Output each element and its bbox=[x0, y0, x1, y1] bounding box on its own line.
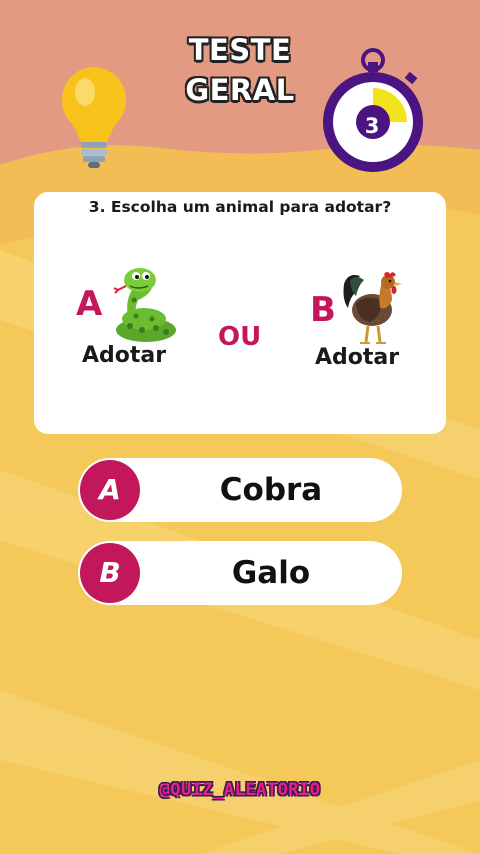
answer-a-button[interactable]: A Cobra bbox=[78, 458, 402, 522]
page-title: TESTE GERAL bbox=[140, 30, 340, 110]
option-a-letter: A bbox=[76, 284, 103, 324]
option-b-label: Adotar bbox=[315, 345, 400, 370]
option-b-letter: B bbox=[310, 290, 336, 330]
timer-count: 3 bbox=[364, 114, 380, 138]
answer-a-badge: A bbox=[80, 460, 140, 520]
answer-b-badge: B bbox=[80, 543, 140, 603]
account-handle: @QUIZ_ALEATORIO bbox=[159, 780, 321, 800]
light-bulb-icon bbox=[62, 67, 126, 168]
answer-b-text: Galo bbox=[231, 555, 311, 591]
question-text: 3. Escolha um animal para adotar? bbox=[88, 198, 392, 216]
title-line-2: GERAL bbox=[185, 73, 295, 107]
title-line-1: TESTE bbox=[188, 33, 292, 67]
answer-a-text: Cobra bbox=[219, 472, 323, 508]
answer-b-button[interactable]: B Galo bbox=[78, 541, 402, 605]
separator-text: OU bbox=[218, 322, 262, 352]
snake-icon bbox=[113, 268, 176, 342]
option-a-label: Adotar bbox=[82, 343, 167, 368]
rooster-icon bbox=[343, 272, 402, 344]
